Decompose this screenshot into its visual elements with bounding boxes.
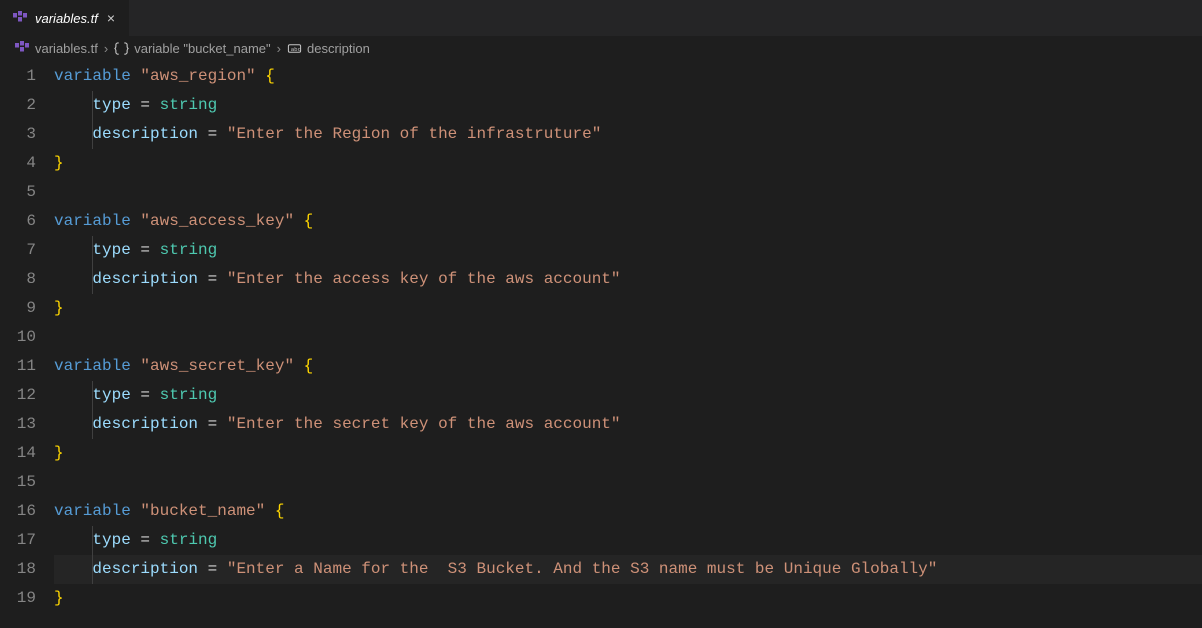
symbol-string-icon: abc xyxy=(287,41,302,56)
code-line[interactable]: description = "Enter the Region of the i… xyxy=(54,120,1202,149)
indent-guide xyxy=(92,555,93,584)
breadcrumb-variable[interactable]: variable "bucket_name" xyxy=(114,41,270,56)
indent-guide xyxy=(92,236,93,265)
tab-title: variables.tf xyxy=(35,11,98,26)
code-line[interactable]: } xyxy=(54,294,1202,323)
line-number: 7 xyxy=(0,236,36,265)
code-line[interactable]: type = string xyxy=(54,526,1202,555)
code-line[interactable]: } xyxy=(54,439,1202,468)
line-number: 16 xyxy=(0,497,36,526)
tab-variables-tf[interactable]: variables.tf × xyxy=(0,0,130,36)
terraform-file-icon xyxy=(12,10,28,26)
editor: variables.tf × variables.tf › variable "… xyxy=(0,0,1202,628)
symbol-namespace-icon xyxy=(114,41,129,56)
code-line[interactable]: variable "aws_access_key" { xyxy=(54,207,1202,236)
code-line[interactable]: type = string xyxy=(54,381,1202,410)
code-area[interactable]: 12345678910111213141516171819 variable "… xyxy=(0,60,1202,628)
line-number: 6 xyxy=(0,207,36,236)
code-line[interactable] xyxy=(54,178,1202,207)
indent-guide xyxy=(92,91,93,120)
line-number: 2 xyxy=(0,91,36,120)
line-number: 10 xyxy=(0,323,36,352)
line-number: 1 xyxy=(0,62,36,91)
indent-guide xyxy=(92,265,93,294)
line-number: 12 xyxy=(0,381,36,410)
line-number: 13 xyxy=(0,410,36,439)
code-line[interactable]: description = "Enter the access key of t… xyxy=(54,265,1202,294)
terraform-file-icon xyxy=(14,40,30,56)
code-line[interactable] xyxy=(54,468,1202,497)
close-icon[interactable]: × xyxy=(105,9,117,27)
indent-guide xyxy=(92,526,93,555)
line-number: 5 xyxy=(0,178,36,207)
breadcrumb-variable-label: variable "bucket_name" xyxy=(134,41,270,56)
tab-bar: variables.tf × xyxy=(0,0,1202,36)
breadcrumb-property[interactable]: abc description xyxy=(287,41,370,56)
line-number: 14 xyxy=(0,439,36,468)
breadcrumb-file[interactable]: variables.tf xyxy=(14,40,98,56)
line-number: 17 xyxy=(0,526,36,555)
line-number: 9 xyxy=(0,294,36,323)
line-number: 4 xyxy=(0,149,36,178)
line-number: 11 xyxy=(0,352,36,381)
line-number: 8 xyxy=(0,265,36,294)
code-line[interactable]: variable "aws_secret_key" { xyxy=(54,352,1202,381)
breadcrumb-file-label: variables.tf xyxy=(35,41,98,56)
line-number: 19 xyxy=(0,584,36,613)
code-lines[interactable]: variable "aws_region" { type = string de… xyxy=(54,62,1202,628)
chevron-right-icon: › xyxy=(104,41,108,56)
indent-guide xyxy=(92,410,93,439)
line-number: 18 xyxy=(0,555,36,584)
code-line[interactable]: } xyxy=(54,584,1202,613)
code-line[interactable] xyxy=(54,323,1202,352)
line-number: 15 xyxy=(0,468,36,497)
svg-text:abc: abc xyxy=(291,46,301,52)
breadcrumb: variables.tf › variable "bucket_name" › … xyxy=(0,36,1202,60)
chevron-right-icon: › xyxy=(277,41,281,56)
code-line[interactable]: variable "aws_region" { xyxy=(54,62,1202,91)
line-number: 3 xyxy=(0,120,36,149)
code-line[interactable]: } xyxy=(54,149,1202,178)
indent-guide xyxy=(92,120,93,149)
indent-guide xyxy=(92,381,93,410)
code-line[interactable]: type = string xyxy=(54,236,1202,265)
line-number-gutter: 12345678910111213141516171819 xyxy=(0,62,54,628)
code-line[interactable]: type = string xyxy=(54,91,1202,120)
breadcrumb-property-label: description xyxy=(307,41,370,56)
code-line[interactable]: variable "bucket_name" { xyxy=(54,497,1202,526)
code-line[interactable]: description = "Enter the secret key of t… xyxy=(54,410,1202,439)
code-line[interactable]: description = "Enter a Name for the S3 B… xyxy=(54,555,1202,584)
